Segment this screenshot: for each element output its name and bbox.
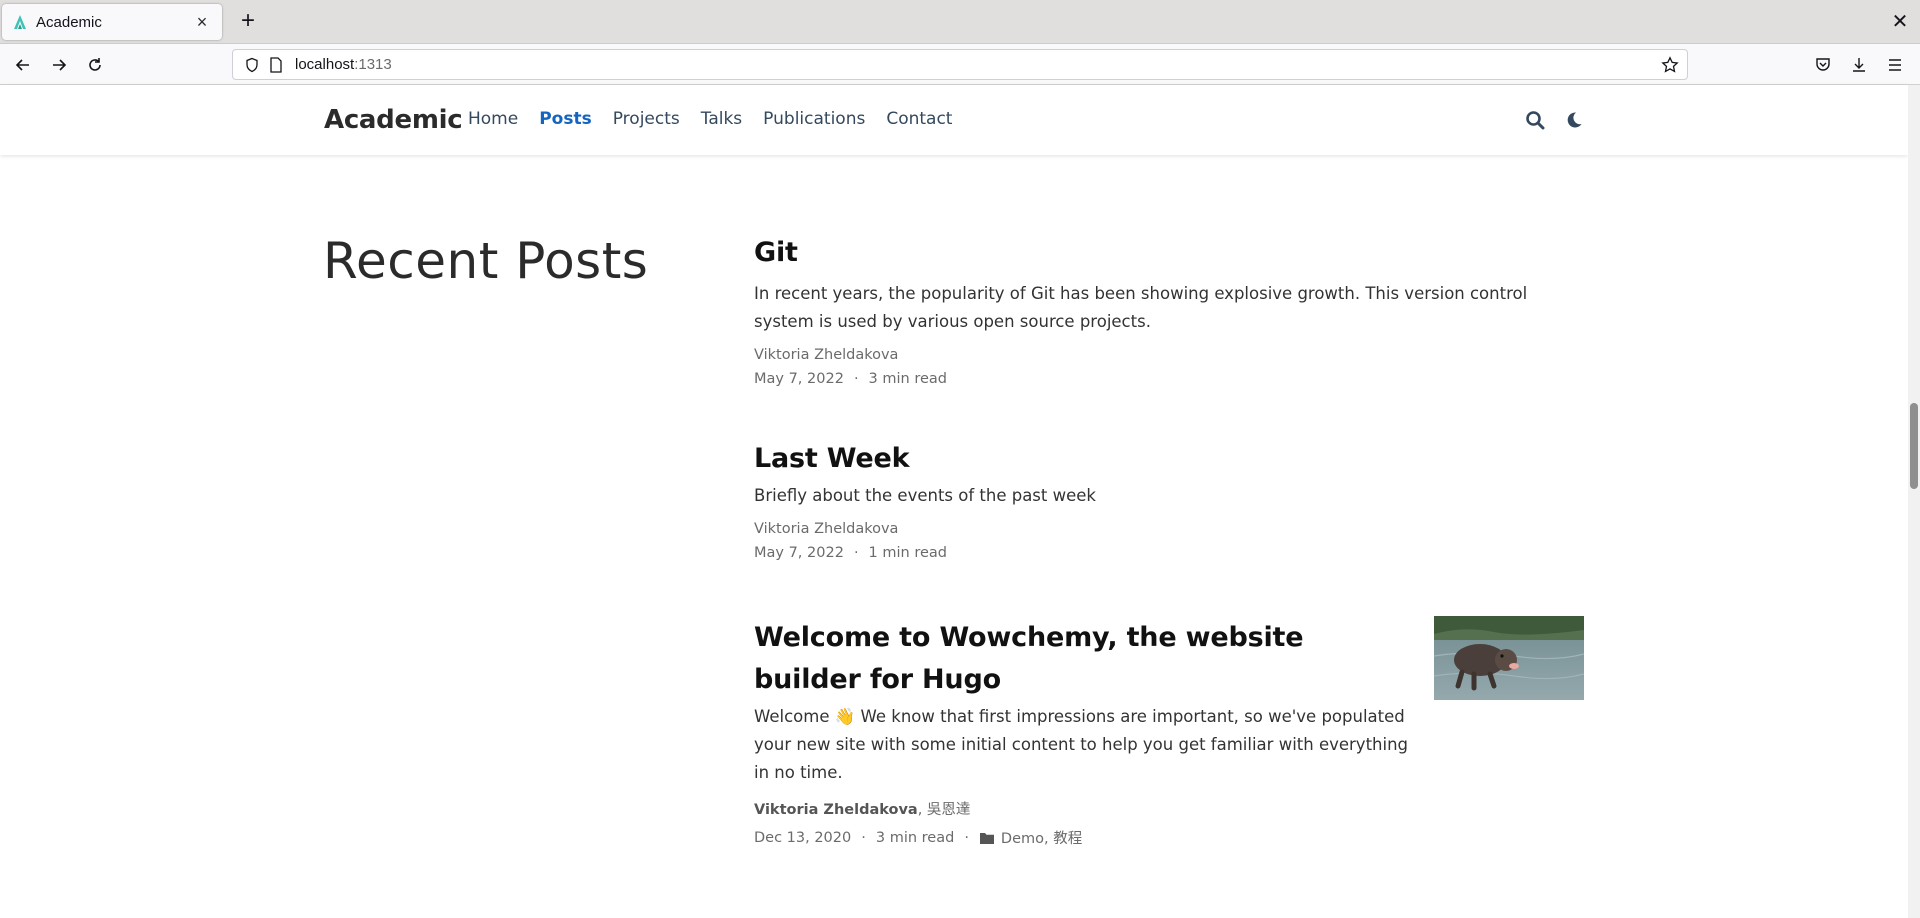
downloads-button[interactable] <box>1846 52 1872 78</box>
post-read-time: 1 min read <box>868 545 947 561</box>
post-title[interactable]: Last Week <box>754 438 1584 480</box>
academic-favicon-icon <box>14 15 26 29</box>
post-categories[interactable]: Demo, 教程 <box>1001 827 1082 848</box>
browser-tab[interactable]: Academic × <box>2 4 222 40</box>
search-icon[interactable] <box>1524 109 1546 131</box>
hamburger-menu-icon <box>1889 59 1901 71</box>
meta-separator: · <box>853 371 859 387</box>
meta-separator: · <box>964 829 969 846</box>
nav-publications[interactable]: Publications <box>763 109 865 129</box>
meta-separator: · <box>853 545 859 561</box>
nav-home[interactable]: Home <box>468 109 518 129</box>
post-author[interactable]: Viktoria Zheldakova <box>754 347 1584 363</box>
post-meta: Dec 13, 2020 · 3 min read · Demo, 教程 <box>754 827 1414 848</box>
url-bar[interactable]: localhost:1313 <box>232 49 1688 80</box>
tab-title: Academic <box>36 13 102 31</box>
forward-button[interactable] <box>46 52 72 78</box>
post-author-primary[interactable]: Viktoria Zheldakova <box>754 802 918 818</box>
page-scrollbar[interactable] <box>1908 85 1920 918</box>
browser-tab-bar: Academic × + ✕ <box>0 0 1920 44</box>
shield-icon[interactable] <box>243 56 261 74</box>
site-brand[interactable]: Academic <box>324 105 463 135</box>
back-arrow-icon <box>15 59 29 71</box>
site-nav: Home Posts Projects Talks Publications C… <box>468 109 973 129</box>
waving-hand-emoji-icon: 👋 <box>834 707 856 726</box>
back-button[interactable] <box>10 52 36 78</box>
post-summary: In recent years, the popularity of Git h… <box>754 284 1528 331</box>
close-tab-icon[interactable]: × <box>192 12 212 32</box>
new-tab-button[interactable]: + <box>236 9 260 34</box>
pocket-button[interactable] <box>1810 52 1836 78</box>
post-author-secondary: , 吳恩達 <box>917 802 971 818</box>
window-close-icon[interactable]: ✕ <box>1888 10 1912 34</box>
post-author[interactable]: Viktoria Zheldakova <box>754 521 1584 537</box>
post-title[interactable]: Welcome to Wowchemy, the website builder… <box>754 617 1414 701</box>
page-title: Recent Posts <box>323 232 649 290</box>
post-date: May 7, 2022 <box>754 371 844 387</box>
folder-icon <box>979 832 994 844</box>
nav-projects[interactable]: Projects <box>613 109 680 129</box>
download-icon <box>1853 58 1865 72</box>
page-icon[interactable] <box>267 56 285 74</box>
post-item-welcome: Welcome to Wowchemy, the website builder… <box>754 617 1414 848</box>
post-read-time: 3 min read <box>868 371 947 387</box>
post-item-last-week: Last Week Briefly about the events of th… <box>754 438 1584 561</box>
nav-contact[interactable]: Contact <box>886 109 952 129</box>
post-author: Viktoria Zheldakova, 吳恩達 <box>754 798 1414 819</box>
menu-button[interactable] <box>1882 52 1908 78</box>
url-text: localhost:1313 <box>295 56 392 73</box>
forward-arrow-icon <box>53 59 67 71</box>
bookmark-star-icon[interactable] <box>1659 54 1681 76</box>
dark-mode-moon-icon[interactable] <box>1563 109 1585 131</box>
post-date: May 7, 2022 <box>754 545 844 561</box>
meta-separator: · <box>861 829 866 846</box>
scrollbar-thumb[interactable] <box>1910 403 1918 489</box>
post-summary: Welcome 👋 We know that first impressions… <box>754 707 1409 782</box>
site-header: Academic Home Posts Projects Talks Publi… <box>0 85 1908 155</box>
nav-posts[interactable]: Posts <box>539 109 592 129</box>
post-title[interactable]: Git <box>754 232 1584 274</box>
post-summary: Briefly about the events of the past wee… <box>754 486 1096 505</box>
reload-icon <box>89 58 101 71</box>
reload-button[interactable] <box>82 52 108 78</box>
browser-toolbar: localhost:1313 <box>0 44 1920 85</box>
post-meta: May 7, 2022 · 1 min read <box>754 545 1584 561</box>
post-meta: May 7, 2022 · 3 min read <box>754 371 1584 387</box>
post-read-time: 3 min read <box>875 829 955 846</box>
post-item-git: Git In recent years, the popularity of G… <box>754 232 1584 387</box>
pocket-icon <box>1816 58 1830 71</box>
nav-talks[interactable]: Talks <box>701 109 742 129</box>
post-date: Dec 13, 2020 <box>754 829 852 846</box>
post-thumbnail-image[interactable] <box>1434 616 1584 700</box>
